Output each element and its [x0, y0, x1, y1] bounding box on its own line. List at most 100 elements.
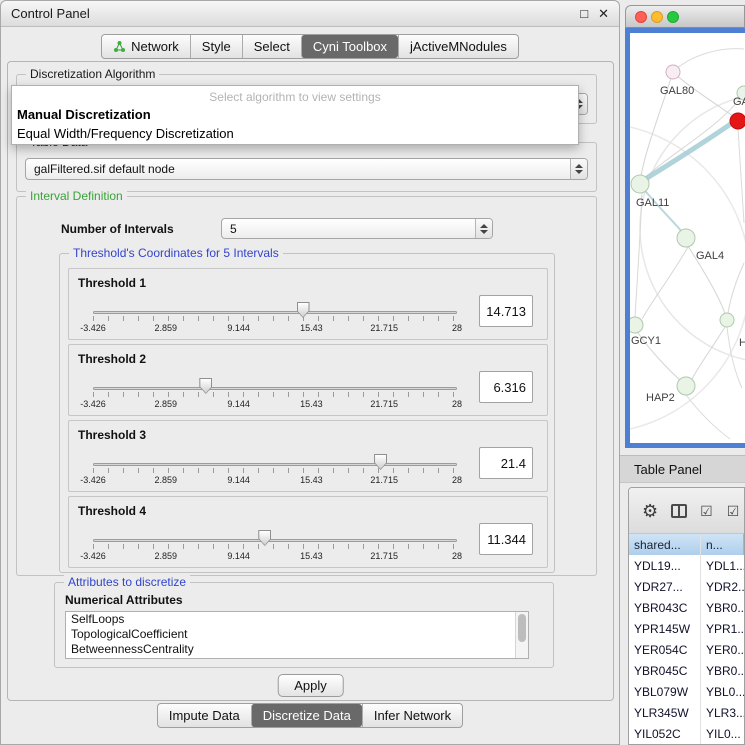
table-cell[interactable]: YBR043C [629, 597, 701, 618]
tab-cyni-toolbox[interactable]: Cyni Toolbox [301, 35, 398, 58]
table-cell[interactable]: YLR3... [701, 702, 744, 723]
popup-option-manual-discretization[interactable]: Manual Discretization [12, 106, 578, 125]
node-label: GAL4 [696, 250, 724, 262]
threshold-1-slider[interactable] [93, 299, 457, 323]
close-panel-icon[interactable]: ✕ [598, 7, 609, 20]
table-cell[interactable]: YBL079W [629, 681, 701, 702]
table-cell[interactable]: YPR145W [629, 618, 701, 639]
threshold-4-value-field[interactable] [479, 523, 533, 555]
network-node-selected[interactable] [730, 113, 745, 129]
list-item[interactable]: TopologicalCoefficient [66, 627, 528, 642]
slider-track[interactable] [93, 311, 457, 314]
list-item[interactable]: SelfLoops [66, 612, 528, 627]
table-cell[interactable]: YER054C [629, 639, 701, 660]
table-row[interactable]: YIL052C YIL0... [629, 723, 744, 744]
threshold-2-value-field[interactable] [479, 371, 533, 403]
slider-thumb[interactable] [258, 530, 271, 546]
network-canvas[interactable]: GAL80 GA GAL11 GAL4 GCY1 H HAP2 [630, 33, 745, 443]
slider-track[interactable] [93, 539, 457, 542]
column-header-shared-name[interactable]: shared... [629, 534, 701, 555]
network-node[interactable] [677, 377, 695, 395]
table-row[interactable]: YPR145W YPR1... [629, 618, 744, 639]
table-cell[interactable]: YIL0... [701, 723, 744, 744]
select-functions-checkbox-icon[interactable]: ☑ [727, 504, 741, 518]
tab-impute-data[interactable]: Impute Data [158, 704, 251, 727]
bottom-tab-bar: Impute Data Discretize Data Infer Networ… [1, 703, 619, 728]
threshold-1-value-field[interactable] [479, 295, 533, 327]
table-cell[interactable]: YDR2... [701, 576, 744, 597]
combo-value: 5 [222, 222, 475, 236]
columns-icon[interactable] [671, 504, 687, 518]
scale-label: 9.144 [227, 551, 250, 561]
table-cell[interactable]: YIL052C [629, 723, 701, 744]
slider-ticks [93, 392, 457, 397]
table-cell[interactable]: YDL19... [629, 555, 701, 576]
table-row[interactable]: YDR27... YDR2... [629, 576, 744, 597]
table-row[interactable]: YBL079W YBL0... [629, 681, 744, 702]
settings-gear-icon[interactable]: ⚙ [642, 502, 658, 520]
table-cell[interactable]: YBL0... [701, 681, 744, 702]
slider-thumb[interactable] [297, 302, 310, 318]
table-header-row: shared... n... [629, 534, 744, 555]
apply-button[interactable]: Apply [277, 674, 344, 697]
tab-label: Network [131, 39, 179, 54]
table-cell[interactable]: YER0... [701, 639, 744, 660]
list-scrollbar[interactable] [515, 612, 528, 658]
threshold-2-slider[interactable] [93, 375, 457, 399]
network-view-frame: GAL80 GA GAL11 GAL4 GCY1 H HAP2 [625, 28, 745, 448]
table-cell[interactable]: YDR27... [629, 576, 701, 597]
close-window-icon[interactable] [635, 11, 647, 23]
table-row[interactable]: YER054C YER0... [629, 639, 744, 660]
network-node[interactable] [666, 65, 680, 79]
slider-track[interactable] [93, 463, 457, 466]
network-node[interactable] [630, 317, 643, 333]
network-icon [113, 40, 126, 53]
tab-jactivemnodules[interactable]: jActiveMNodules [398, 35, 518, 58]
scale-label: -3.426 [80, 399, 106, 409]
threshold-3-slider[interactable] [93, 451, 457, 475]
table-cell[interactable]: YDL1... [701, 555, 744, 576]
tab-discretize-data[interactable]: Discretize Data [251, 704, 362, 727]
column-header-name[interactable]: n... [701, 534, 744, 555]
scrollbar-thumb[interactable] [518, 614, 526, 642]
table-cell[interactable]: YBR0... [701, 660, 744, 681]
tab-select[interactable]: Select [242, 35, 301, 58]
table-data-group: Table Data galFiltered.sif default node [16, 142, 597, 192]
slider-thumb[interactable] [374, 454, 387, 470]
network-node[interactable] [631, 175, 649, 193]
slider-thumb[interactable] [199, 378, 212, 394]
float-panel-icon[interactable]: □ [580, 7, 588, 20]
table-row[interactable]: YBR045C YBR0... [629, 660, 744, 681]
threshold-coordinates-group: Threshold's Coordinates for 5 Intervals … [59, 253, 555, 573]
table-cell[interactable]: YLR345W [629, 702, 701, 723]
popup-option-equal-width[interactable]: Equal Width/Frequency Discretization [12, 125, 578, 144]
table-cell[interactable]: YBR0... [701, 597, 744, 618]
table-data-combo[interactable]: galFiltered.sif default node [25, 158, 588, 180]
network-node[interactable] [677, 229, 695, 247]
select-all-checkbox-icon[interactable]: ☑ [700, 504, 714, 518]
scale-label: 21.715 [370, 475, 398, 485]
table-row[interactable]: YLR345W YLR3... [629, 702, 744, 723]
network-node[interactable] [720, 313, 734, 327]
scale-label: 2.859 [155, 475, 178, 485]
tab-style[interactable]: Style [190, 35, 242, 58]
slider-scale: -3.426 2.859 9.144 15.43 21.715 28 [93, 399, 457, 410]
table-row[interactable]: YBR043C YBR0... [629, 597, 744, 618]
scale-label: 28 [452, 399, 462, 409]
slider-track[interactable] [93, 387, 457, 390]
table-cell[interactable]: YBR045C [629, 660, 701, 681]
minimize-window-icon[interactable] [651, 11, 663, 23]
zoom-window-icon[interactable] [667, 11, 679, 23]
table-row[interactable]: YDL19... YDL1... [629, 555, 744, 576]
network-window-titlebar[interactable] [625, 5, 745, 28]
tab-infer-network[interactable]: Infer Network [362, 704, 462, 727]
threshold-4-slider[interactable] [93, 527, 457, 551]
threshold-1-panel: Threshold 1 -3.426 2.859 9.144 15.43 21.… [68, 268, 548, 340]
list-item[interactable]: BetweennessCentrality [66, 642, 528, 657]
node-label: GAL11 [636, 197, 669, 209]
number-of-intervals-combo[interactable]: 5 [221, 218, 493, 239]
threshold-2-panel: Threshold 2 -3.426 2.859 9.144 15.43 21.… [68, 344, 548, 416]
threshold-3-value-field[interactable] [479, 447, 533, 479]
tab-network[interactable]: Network [102, 35, 190, 58]
table-cell[interactable]: YPR1... [701, 618, 744, 639]
